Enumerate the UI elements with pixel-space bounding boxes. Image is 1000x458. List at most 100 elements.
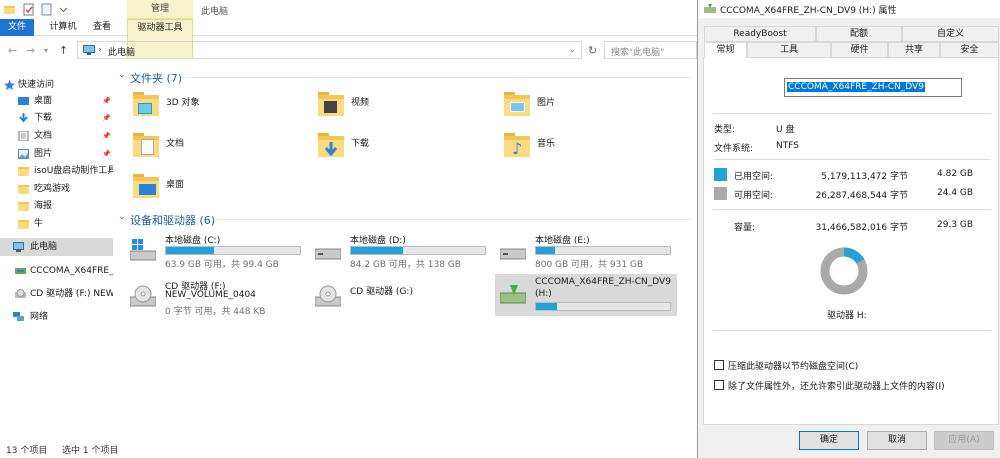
- tab-view[interactable]: 查看: [88, 19, 116, 36]
- drive-cd-g[interactable]: CD 驱动器 (G:): [310, 276, 490, 316]
- pin-icon[interactable]: 📌: [102, 145, 111, 163]
- address-bar[interactable]: › 此电脑 ⌄: [77, 41, 582, 59]
- breadcrumb[interactable]: 此电脑: [108, 45, 135, 58]
- group-collapse-icon[interactable]: ⌄: [118, 212, 126, 222]
- tab-security[interactable]: 安全: [940, 42, 999, 58]
- chevron-down-icon[interactable]: [57, 3, 70, 16]
- search-input[interactable]: 搜索"此电脑": [604, 41, 697, 59]
- folder-icon: [18, 185, 29, 194]
- general-panel: CCCOMA_X64FRE_ZH-CN_DV9 类型: U 盘 文件系统: NT…: [703, 57, 999, 425]
- compress-label: 压缩此驱动器以节约磁盘空间(C): [728, 362, 859, 372]
- breadcrumb-separator-icon: ›: [98, 45, 102, 55]
- hard-drive-icon: [500, 248, 526, 260]
- drive-c[interactable]: 本地磁盘 (C:) 63.9 GB 可用，共 99.4 GB: [125, 230, 305, 270]
- folder-icon: [18, 202, 29, 211]
- cancel-button[interactable]: 取消: [867, 431, 927, 450]
- divider: [713, 113, 991, 114]
- nav-cd-drive-f[interactable]: CD 驱动器 (F:) NEW_VOLUME_0404: [0, 285, 113, 303]
- nav-downloads[interactable]: 下载 📌: [0, 109, 113, 127]
- dialog-titlebar[interactable]: CCCOMA_X64FRE_ZH-CN_DV9 (H:) 属性: [698, 0, 1000, 18]
- volume-name-input[interactable]: CCCOMA_X64FRE_ZH-CN_DV9: [784, 78, 962, 97]
- tab-tools[interactable]: 工具: [747, 42, 831, 58]
- nav-usb-drive-h[interactable]: CCCOMA_X64FRE_ZH-CN_DV9 (H:): [0, 262, 113, 280]
- address-dropdown-icon[interactable]: ⌄: [568, 45, 576, 55]
- picture-icon: [18, 149, 29, 159]
- forward-icon[interactable]: →: [26, 44, 35, 57]
- context-group-manage: 管理: [127, 0, 193, 19]
- nav-desktop[interactable]: 桌面 📌: [0, 92, 113, 110]
- space-donut-chart: [820, 247, 868, 295]
- drive-e[interactable]: 本地磁盘 (E:) 800 GB 可用，共 931 GB: [495, 230, 675, 270]
- folders-group-header[interactable]: 文件夹 (7): [130, 70, 182, 86]
- filesystem-value: NTFS: [776, 141, 799, 151]
- used-space-swatch: [714, 168, 727, 181]
- folder-desktop[interactable]: 桌面: [133, 174, 283, 206]
- back-icon[interactable]: ←: [8, 44, 17, 57]
- tab-sharing[interactable]: 共享: [888, 42, 940, 58]
- used-bytes: 5,179,113,472 字节: [821, 172, 908, 182]
- folder-pictures[interactable]: 图片: [504, 92, 654, 124]
- folder-documents[interactable]: 文档: [133, 133, 283, 165]
- pin-icon[interactable]: 📌: [102, 127, 111, 145]
- drive-d[interactable]: 本地磁盘 (D:) 84.2 GB 可用，共 138 GB: [310, 230, 490, 270]
- tab-readyboost[interactable]: ReadyBoost: [704, 26, 816, 42]
- nav-folder-posters[interactable]: 海报: [0, 197, 113, 215]
- recent-chevron-icon[interactable]: ▾: [44, 46, 48, 55]
- properties-icon[interactable]: [22, 3, 35, 16]
- tab-computer[interactable]: 计算机: [44, 19, 82, 36]
- devices-group-header[interactable]: 设备和驱动器 (6): [130, 212, 215, 228]
- dialog-title: CCCOMA_X64FRE_ZH-CN_DV9 (H:) 属性: [720, 6, 897, 16]
- folder-video-icon: [318, 92, 344, 116]
- ok-button[interactable]: 确定: [799, 431, 859, 450]
- nav-documents[interactable]: 文档 📌: [0, 127, 113, 145]
- used-gb: 4.82 GB: [937, 169, 974, 179]
- tab-hardware[interactable]: 硬件: [831, 42, 888, 58]
- index-checkbox[interactable]: [714, 380, 724, 390]
- up-icon[interactable]: ↑: [59, 44, 68, 57]
- nav-folder-games[interactable]: 吃鸡游戏: [0, 180, 113, 198]
- folder-3d-icon: [133, 92, 159, 116]
- computer-icon: [13, 242, 24, 252]
- tab-customize[interactable]: 自定义: [902, 26, 999, 42]
- folder-icon[interactable]: [3, 3, 16, 16]
- drive-c-usage-bar: [165, 246, 301, 255]
- usb-drive-icon: [15, 268, 26, 274]
- usage-fill: [536, 303, 558, 310]
- network-icon: [13, 312, 24, 321]
- group-collapse-icon[interactable]: ⌄: [118, 70, 126, 80]
- refresh-icon[interactable]: ↻: [588, 44, 597, 57]
- usage-fill: [166, 247, 215, 254]
- document-icon: [18, 131, 29, 141]
- nav-folder-isou[interactable]: isoU盘启动制作工具: [0, 162, 113, 180]
- index-label: 除了文件属性外，还允许索引此驱动器上文件的内容(I): [728, 382, 945, 392]
- pin-icon[interactable]: 📌: [102, 109, 111, 127]
- type-value: U 盘: [776, 125, 795, 135]
- folder-3d-objects[interactable]: 3D 对象: [133, 92, 283, 124]
- tab-quota[interactable]: 配额: [816, 26, 902, 42]
- folder-music[interactable]: ♪ 音乐: [504, 133, 654, 165]
- download-icon: [19, 113, 28, 123]
- nav-this-pc[interactable]: 此电脑: [0, 238, 113, 256]
- drive-d-usage-bar: [350, 246, 486, 255]
- compress-checkbox[interactable]: [714, 360, 724, 370]
- drive-usb-h[interactable]: CCCOMA_X64FRE_ZH-CN_DV9 (H:): [495, 274, 677, 316]
- nav-network[interactable]: 网络: [0, 308, 113, 326]
- pin-icon[interactable]: 📌: [102, 92, 111, 110]
- new-folder-icon[interactable]: [40, 3, 53, 16]
- usb-drive-icon: [704, 4, 716, 13]
- folder-picture-icon: [504, 92, 530, 116]
- desktop-icon: [18, 97, 29, 105]
- tab-file[interactable]: 文件: [0, 19, 34, 36]
- nav-pictures[interactable]: 图片 📌: [0, 145, 113, 163]
- tab-general[interactable]: 常规: [704, 42, 747, 58]
- window-title: 此电脑: [201, 7, 229, 17]
- free-gb: 24.4 GB: [937, 188, 974, 198]
- folder-videos[interactable]: 视频: [318, 92, 468, 124]
- nav-folder-niu[interactable]: 牛: [0, 215, 113, 233]
- cd-drive-icon: [130, 285, 156, 307]
- apply-button[interactable]: 应用(A): [934, 431, 994, 450]
- folder-downloads[interactable]: 下载: [318, 133, 468, 165]
- address-row: ← → ▾ ↑ › 此电脑 ⌄ ↻ 搜索"此电脑": [0, 38, 697, 62]
- computer-icon: [83, 45, 95, 55]
- drive-cd-f[interactable]: CD 驱动器 (F:) NEW_VOLUME_0404 0 字节 可用，共 44…: [125, 276, 305, 318]
